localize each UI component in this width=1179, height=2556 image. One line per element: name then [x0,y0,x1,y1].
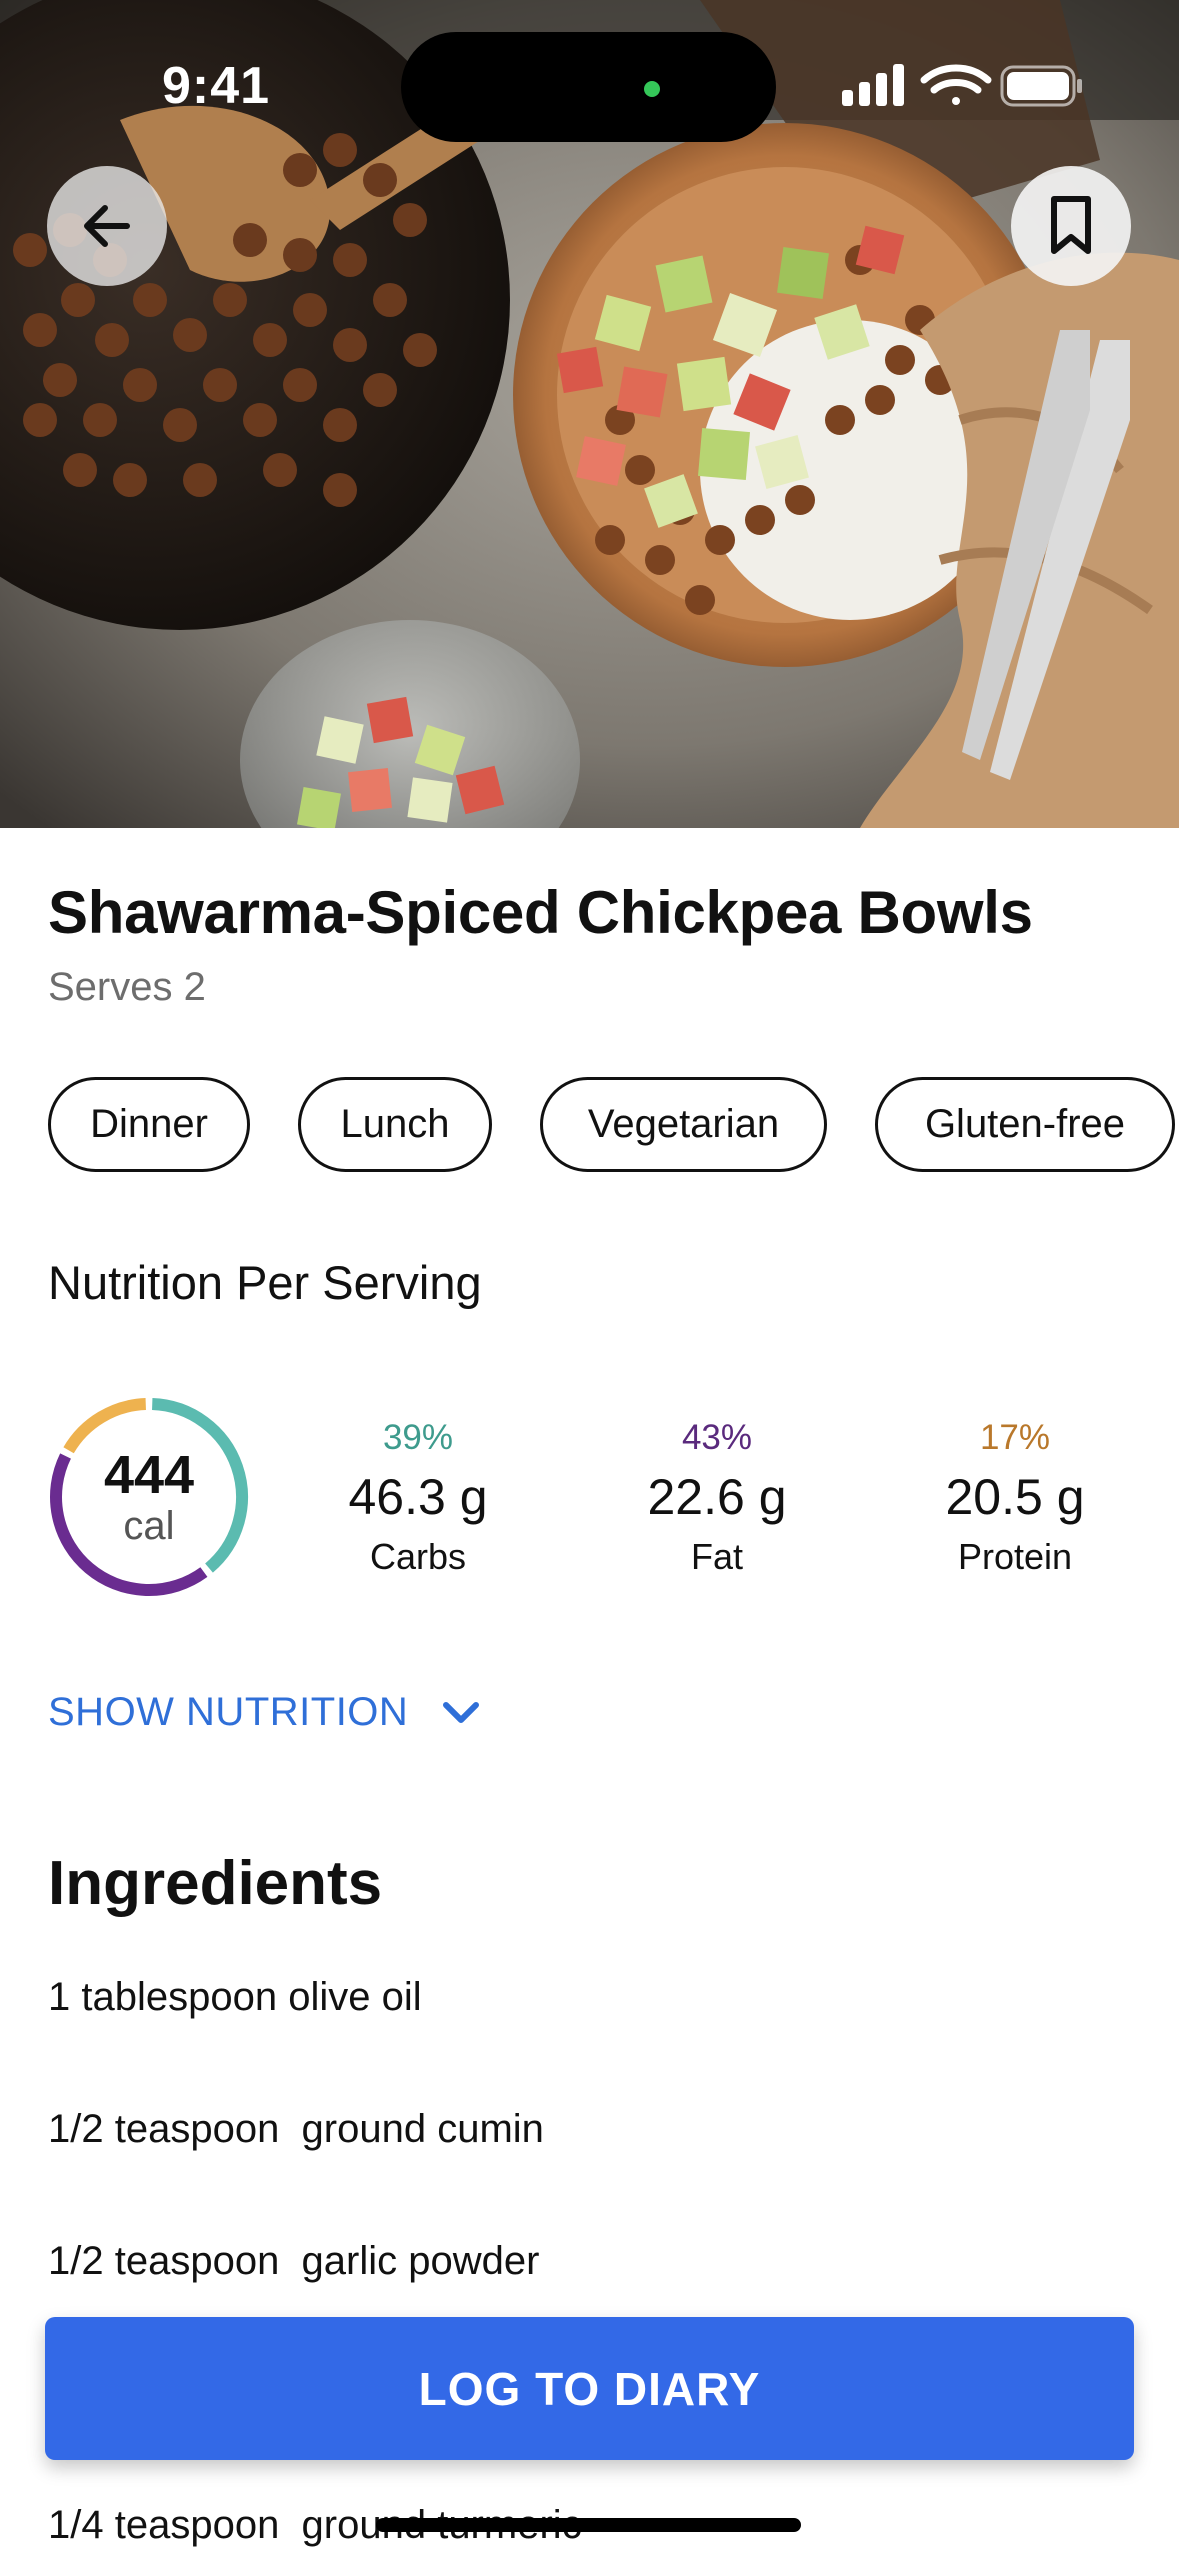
fat-label: Fat [690,1536,743,1577]
bookmark-button[interactable] [1011,166,1131,286]
show-nutrition-toggle[interactable]: SHOW NUTRITION [48,1690,480,1735]
ingredient-item: 1 tablespoon olive oil [48,1975,422,2019]
carbs-percent: 39% [382,1418,454,1457]
tag-vegetarian[interactable]: Vegetarian [540,1077,827,1172]
tag-lunch[interactable]: Lunch [298,1077,492,1172]
status-icons [842,62,1082,117]
camera-indicator-dot [644,81,660,97]
cellular-signal-icon [842,64,904,106]
fat-amount: 22.6 g [647,1469,787,1525]
wifi-icon [920,64,992,105]
calories-unit: cal [123,1504,175,1548]
back-button[interactable] [47,166,167,286]
fat-percent: 43% [681,1418,753,1457]
ingredient-item: 1/2 teaspoon garlic powder [48,2239,540,2283]
protein-label: Protein [957,1536,1073,1577]
serves-count: Serves 2 [48,965,206,1009]
log-to-diary-button[interactable]: LOG TO DIARY [45,2317,1134,2460]
ingredient-item: 1/2 teaspoon ground cumin [48,2107,544,2151]
ingredients-heading: Ingredients [48,1849,383,1918]
recipe-title: Shawarma-Spiced Chickpea Bowls [48,879,1033,946]
tag-gluten-free[interactable]: Gluten-free [875,1077,1175,1172]
carbs-label: Carbs [369,1536,467,1577]
dynamic-island [401,32,776,142]
carbs-amount: 46.3 g [348,1469,488,1525]
chevron-down-icon [442,1690,480,1735]
nutrition-heading: Nutrition Per Serving [48,1256,482,1309]
status-time: 9:41 [162,57,271,115]
battery-icon [1000,65,1082,107]
home-indicator[interactable] [376,2518,801,2532]
protein-percent: 17% [979,1418,1051,1457]
tag-dinner[interactable]: Dinner [48,1077,250,1172]
calories-value: 444 [103,1445,195,1505]
show-nutrition-label: SHOW NUTRITION [48,1690,409,1734]
arrow-left-icon [84,205,130,247]
calorie-ring: 444 cal [46,1394,252,1600]
bookmark-icon [1051,196,1091,254]
protein-amount: 20.5 g [945,1469,1085,1525]
